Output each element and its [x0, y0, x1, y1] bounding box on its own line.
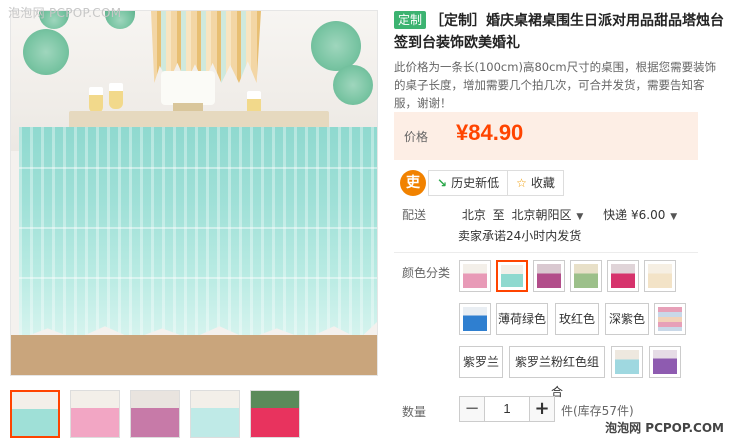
champagne-glass [89, 87, 103, 113]
color-swatch-6[interactable] [644, 260, 676, 292]
ship-to-word: 至 [492, 208, 505, 222]
favorite-button[interactable]: ☆ 收藏 [508, 170, 564, 196]
product-title-text: ［定制］婚庆桌裙桌围生日派对用品甜品塔烛台签到台装饰欧美婚礼 [394, 13, 725, 51]
color-swatch-5[interactable] [607, 260, 639, 292]
ship-to-select[interactable]: 北京朝阳区 ▼ [512, 208, 584, 222]
product-description: 此价格为一条长(100cm)高80cm尺寸的桌围，根据您需要装饰的桌子长度，增加… [394, 60, 717, 110]
ship-promise-text: 卖家承诺24小时内发货 [458, 229, 582, 243]
thumbnail-5[interactable] [250, 390, 300, 438]
cake [161, 71, 215, 105]
quantity-input[interactable]: 1 [484, 396, 530, 422]
zhi-badge-icon[interactable]: 吏 [400, 170, 426, 196]
price-label: 价格 [404, 130, 429, 144]
ship-method: 快递 [603, 208, 628, 222]
shipping-label: 配送 [402, 208, 427, 222]
color-swatch-9[interactable] [611, 346, 643, 378]
tulle-table-skirt [19, 127, 377, 339]
color-swatch-7[interactable] [459, 303, 491, 335]
color-option-dark-purple[interactable]: 深紫色 [605, 303, 649, 335]
star-icon: ☆ [516, 176, 527, 190]
color-swatch-2-selected[interactable] [496, 260, 528, 292]
color-option-mint[interactable]: 薄荷绿色 [496, 303, 548, 335]
paper-fan-decoration [311, 21, 361, 71]
thumbnail-2[interactable] [70, 390, 120, 438]
color-swatch-8[interactable] [654, 303, 686, 335]
product-info: 定制 ［定制］婚庆桌裙桌围生日派对用品甜品塔烛台签到台装饰欧美婚礼 此价格为一条长… [394, 10, 724, 112]
ship-method-select[interactable]: 快递 ¥6.00 ▼ [603, 208, 677, 222]
price-history-label: 历史新低 [451, 176, 500, 190]
trend-down-arrow-icon: ↘ [437, 176, 448, 190]
favorite-label: 收藏 [530, 176, 555, 190]
color-option-violet-pink[interactable]: 紫罗兰粉红色组合 [509, 346, 605, 399]
watermark-top: 泡泡网 PCPOP.COM [8, 6, 122, 20]
price-box: 价格 ¥84.90 [394, 112, 698, 160]
watermark-bottom: 泡泡网 PCPOP.COM [605, 421, 724, 435]
color-option-violet[interactable]: 紫罗兰 [459, 346, 503, 378]
paper-fan-decoration [333, 65, 373, 105]
color-swatch-3[interactable] [533, 260, 565, 292]
price-history-button[interactable]: ↘ 历史新低 [428, 170, 509, 196]
color-label: 颜色分类 [402, 266, 451, 280]
divider [394, 252, 698, 253]
ship-to-value: 北京朝阳区 [511, 208, 572, 222]
paper-fan-decoration [23, 29, 69, 75]
quantity-minus-button[interactable]: − [459, 396, 485, 422]
thumbnail-1[interactable] [10, 390, 60, 438]
custom-tag: 定制 [394, 11, 427, 29]
thumbnail-4[interactable] [190, 390, 240, 438]
stock-text: 件(库存57件) [561, 404, 634, 418]
chevron-down-icon: ▼ [667, 212, 678, 222]
ship-fee: ¥6.00 [631, 208, 666, 222]
color-option-rose[interactable]: 玫红色 [555, 303, 599, 335]
color-swatch-4[interactable] [570, 260, 602, 292]
thumbnail-3[interactable] [130, 390, 180, 438]
main-product-image[interactable] [10, 10, 378, 376]
ship-from: 北京 [461, 208, 486, 222]
color-swatch-10[interactable] [649, 346, 681, 378]
image-floor [11, 335, 377, 375]
product-title: 定制 ［定制］婚庆桌裙桌围生日派对用品甜品塔烛台签到台装饰欧美婚礼 [394, 10, 724, 54]
ship-promise: 卖家承诺24小时内发货 [458, 227, 581, 244]
price-value: ¥84.90 [456, 120, 524, 145]
thumbnail-strip [10, 390, 300, 438]
champagne-glass [109, 83, 123, 109]
action-buttons: 吏 ↘ 历史新低 ☆ 收藏 [400, 170, 564, 196]
quantity-label: 数量 [402, 405, 427, 419]
color-swatch-1[interactable] [459, 260, 491, 292]
shipping-row: 配送 北京 至 北京朝阳区 ▼ 快递 ¥6.00 ▼ [402, 206, 677, 223]
chevron-down-icon: ▼ [573, 212, 584, 222]
quantity-plus-button[interactable]: + [529, 396, 555, 422]
